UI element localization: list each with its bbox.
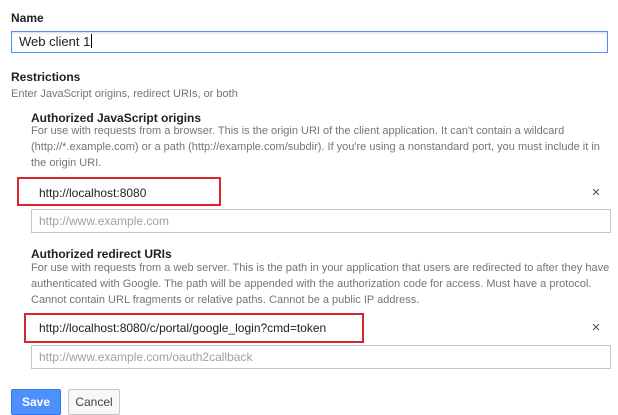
highlight-box-js-origin: [17, 177, 221, 206]
cancel-button[interactable]: Cancel: [68, 389, 120, 415]
js-origins-hint: For use with requests from a browser. Th…: [31, 123, 616, 171]
redirect-uri-input[interactable]: http://www.example.com/oauth2callback: [31, 345, 611, 369]
save-button[interactable]: Save: [11, 389, 61, 415]
redirect-uris-hint-line: Cannot contain URL fragments or relative…: [31, 294, 420, 306]
js-origins-hint-line: For use with requests from a browser. Th…: [31, 125, 565, 137]
js-origins-hint-line: the origin URI.: [31, 157, 102, 169]
name-value: Web client 1: [19, 34, 91, 49]
restrictions-hint: Enter JavaScript origins, redirect URIs,…: [11, 88, 238, 100]
remove-js-origin-icon[interactable]: ×: [589, 185, 603, 200]
redirect-uris-hint-line: For use with requests from a web server.…: [31, 262, 610, 274]
redirect-uris-hint: For use with requests from a web server.…: [31, 260, 616, 308]
js-origin-input[interactable]: http://www.example.com: [31, 209, 611, 233]
redirect-uris-title: Authorized redirect URIs: [31, 247, 172, 261]
js-origins-hint-line: (http://*.example.com) or a path (http:/…: [31, 141, 600, 153]
restrictions-title: Restrictions: [11, 70, 81, 84]
redirect-uris-hint-line: authenticated with Google. The path will…: [31, 278, 592, 290]
name-input[interactable]: Web client 1: [11, 31, 608, 53]
remove-redirect-uri-icon[interactable]: ×: [589, 320, 603, 335]
text-caret: [91, 34, 93, 48]
highlight-box-redirect-uri: [24, 313, 364, 343]
name-label: Name: [11, 11, 44, 25]
